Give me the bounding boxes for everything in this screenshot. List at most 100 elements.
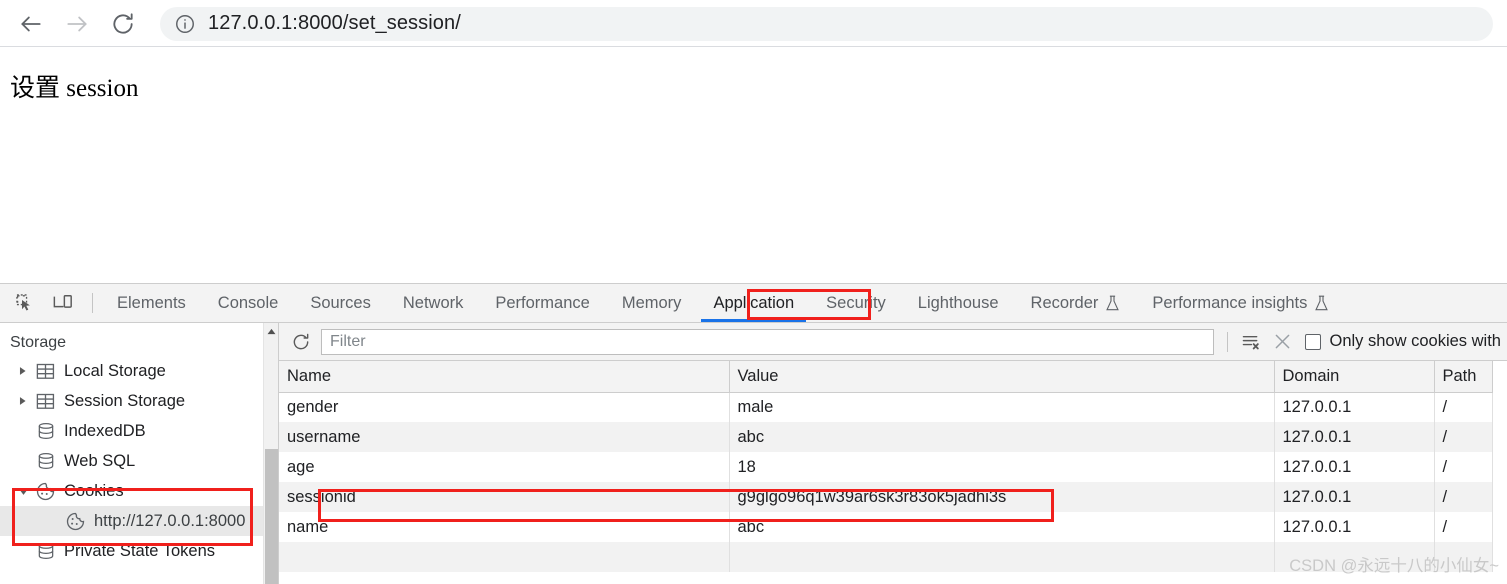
cell-value[interactable]: 18 xyxy=(729,452,1275,482)
column-header-value[interactable]: Value xyxy=(729,361,1275,393)
checkbox-box[interactable] xyxy=(1304,333,1321,350)
devtools-tab-label: Recorder xyxy=(1030,293,1099,312)
cell-value[interactable]: male xyxy=(729,392,1275,422)
twisty-expanded[interactable] xyxy=(18,487,34,496)
cell-value[interactable]: abc xyxy=(729,512,1275,542)
flask-icon xyxy=(1315,295,1329,310)
forward-button[interactable] xyxy=(54,4,100,44)
cell-empty xyxy=(1274,542,1435,572)
flask-icon xyxy=(1106,295,1120,310)
sidebar-item-label: Local Storage xyxy=(64,361,166,380)
cell-path[interactable]: / xyxy=(1434,452,1493,482)
sidebar-item-local-storage[interactable]: Local Storage xyxy=(0,356,278,386)
cell-domain[interactable]: 127.0.0.1 xyxy=(1274,512,1435,542)
devtools-tab-performance[interactable]: Performance xyxy=(479,284,605,322)
column-header-domain[interactable]: Domain xyxy=(1274,361,1435,393)
cell-path[interactable]: / xyxy=(1434,482,1493,512)
cookies-panel: Only show cookies with NameValueDomainPa… xyxy=(279,323,1507,584)
twisty-collapsed[interactable] xyxy=(18,396,34,406)
cell-name[interactable]: sessionid xyxy=(279,482,730,512)
sidebar-scrollbar[interactable] xyxy=(263,323,278,584)
reload-icon xyxy=(113,12,133,34)
address-bar-url[interactable]: 127.0.0.1:8000/set_session/ xyxy=(208,12,461,35)
clear-all-cookies-button[interactable] xyxy=(1235,328,1267,356)
triangle-up-icon xyxy=(267,328,276,334)
application-sidebar: Storage Local Storage Session Storage Inde… xyxy=(0,323,279,584)
cell-domain[interactable]: 127.0.0.1 xyxy=(1274,452,1435,482)
column-header-path[interactable]: Path xyxy=(1434,361,1493,393)
devtools-tab-sources[interactable]: Sources xyxy=(294,284,387,322)
refresh-cookies-button[interactable] xyxy=(285,328,317,356)
devtools-tab-elements[interactable]: Elements xyxy=(101,284,202,322)
table-header-row: Name Value Domain Path xyxy=(279,361,1493,393)
column-header-name[interactable]: Name xyxy=(279,361,730,393)
sidebar-item-cookies[interactable]: Cookies xyxy=(0,476,278,506)
sidebar-item-label: http://127.0.0.1:8000 xyxy=(94,511,246,530)
devtools-tab-security[interactable]: Security xyxy=(810,284,902,322)
cell-path[interactable]: / xyxy=(1434,422,1493,452)
toolbar-divider xyxy=(1226,331,1228,352)
table-row[interactable]: username abc 127.0.0.1/ xyxy=(279,422,1493,452)
address-bar[interactable]: 127.0.0.1:8000/set_session/ xyxy=(160,6,1493,41)
cell-value[interactable]: g9glgo96q1w39ar6sk3r83ok5jadhi3s xyxy=(729,482,1275,512)
cookies-table: Name Value Domain Path gender male 127.0.0.1/… xyxy=(279,361,1493,572)
cell-path[interactable]: / xyxy=(1434,512,1493,542)
twisty-collapsed[interactable] xyxy=(18,366,34,376)
only-show-cookies-checkbox[interactable]: Only show cookies with xyxy=(1304,332,1501,351)
devtools-tab-label: Sources xyxy=(310,293,371,312)
table-row[interactable]: gender male 127.0.0.1/ xyxy=(279,392,1493,422)
sidebar-item-private-state-tokens[interactable]: Private State Tokens xyxy=(0,536,278,566)
cell-name[interactable]: age xyxy=(279,452,730,482)
sidebar-item-label: IndexedDB xyxy=(64,421,146,440)
devtools-tab-memory[interactable]: Memory xyxy=(606,284,698,322)
database-icon xyxy=(38,542,53,560)
sidebar-item-web-sql[interactable]: Web SQL xyxy=(0,446,278,476)
filter-input[interactable] xyxy=(321,328,1214,355)
cell-domain[interactable]: 127.0.0.1 xyxy=(1274,422,1435,452)
page-viewport: 设置 session xyxy=(0,47,1507,283)
cell-domain[interactable]: 127.0.0.1 xyxy=(1274,482,1435,512)
devtools-tab-recorder[interactable]: Recorder xyxy=(1015,284,1137,322)
devtools-tab-label: Application xyxy=(713,293,795,312)
delete-selected-cookie-button[interactable] xyxy=(1267,328,1299,356)
cell-domain[interactable]: 127.0.0.1 xyxy=(1274,392,1435,422)
inspect-cursor-icon xyxy=(15,293,30,310)
site-info-icon[interactable] xyxy=(174,13,196,35)
table-row[interactable]: name abc 127.0.0.1/ xyxy=(279,512,1493,542)
sidebar-item-session-storage[interactable]: Session Storage xyxy=(0,386,278,416)
sidebar-item-label: Private State Tokens xyxy=(64,541,216,560)
back-button[interactable] xyxy=(8,4,54,44)
sidebar-item-http-127-0-0-1-8000[interactable]: http://127.0.0.1:8000 xyxy=(0,506,278,536)
devtools-tab-network[interactable]: Network xyxy=(387,284,480,322)
cell-name[interactable]: gender xyxy=(279,392,730,422)
cell-name[interactable]: username xyxy=(279,422,730,452)
device-toolbar-button[interactable] xyxy=(44,286,82,320)
database-icon xyxy=(34,542,57,560)
cell-name[interactable]: name xyxy=(279,512,730,542)
table-row[interactable]: age 18 127.0.0.1/ xyxy=(279,452,1493,482)
sidebar-item-indexeddb[interactable]: IndexedDB xyxy=(0,416,278,446)
devtools-tab-label: Security xyxy=(826,293,886,312)
table-row[interactable]: sessionid g9glgo96q1w39ar6sk3r83ok5jadhi3… xyxy=(279,482,1493,512)
clear-all-icon xyxy=(1242,335,1259,350)
devtools-tab-lighthouse[interactable]: Lighthouse xyxy=(902,284,1015,322)
devtools-tab-performance-insights[interactable]: Performance insights xyxy=(1136,284,1345,322)
cell-empty xyxy=(1434,542,1493,572)
chevron-right-icon xyxy=(19,397,26,405)
tabbar-divider xyxy=(92,293,93,313)
devtools-tab-console[interactable]: Console xyxy=(202,284,295,322)
reload-button[interactable] xyxy=(100,4,146,44)
devtools-tab-application[interactable]: Application xyxy=(697,284,810,322)
devtools-tab-label: Lighthouse xyxy=(917,293,999,312)
cell-path[interactable]: / xyxy=(1434,392,1493,422)
scrollbar-thumb[interactable] xyxy=(265,449,278,584)
browser-window: 127.0.0.1:8000/set_session/ 设置 session E… xyxy=(0,0,1507,584)
database-icon xyxy=(34,422,57,440)
chevron-down-icon xyxy=(19,488,28,495)
cookie-icon xyxy=(66,512,85,530)
inspect-element-button[interactable] xyxy=(6,286,44,320)
database-icon xyxy=(34,452,57,470)
cell-value[interactable]: abc xyxy=(729,422,1275,452)
scrollbar-up-arrow[interactable] xyxy=(264,323,278,339)
table-icon xyxy=(34,393,57,410)
